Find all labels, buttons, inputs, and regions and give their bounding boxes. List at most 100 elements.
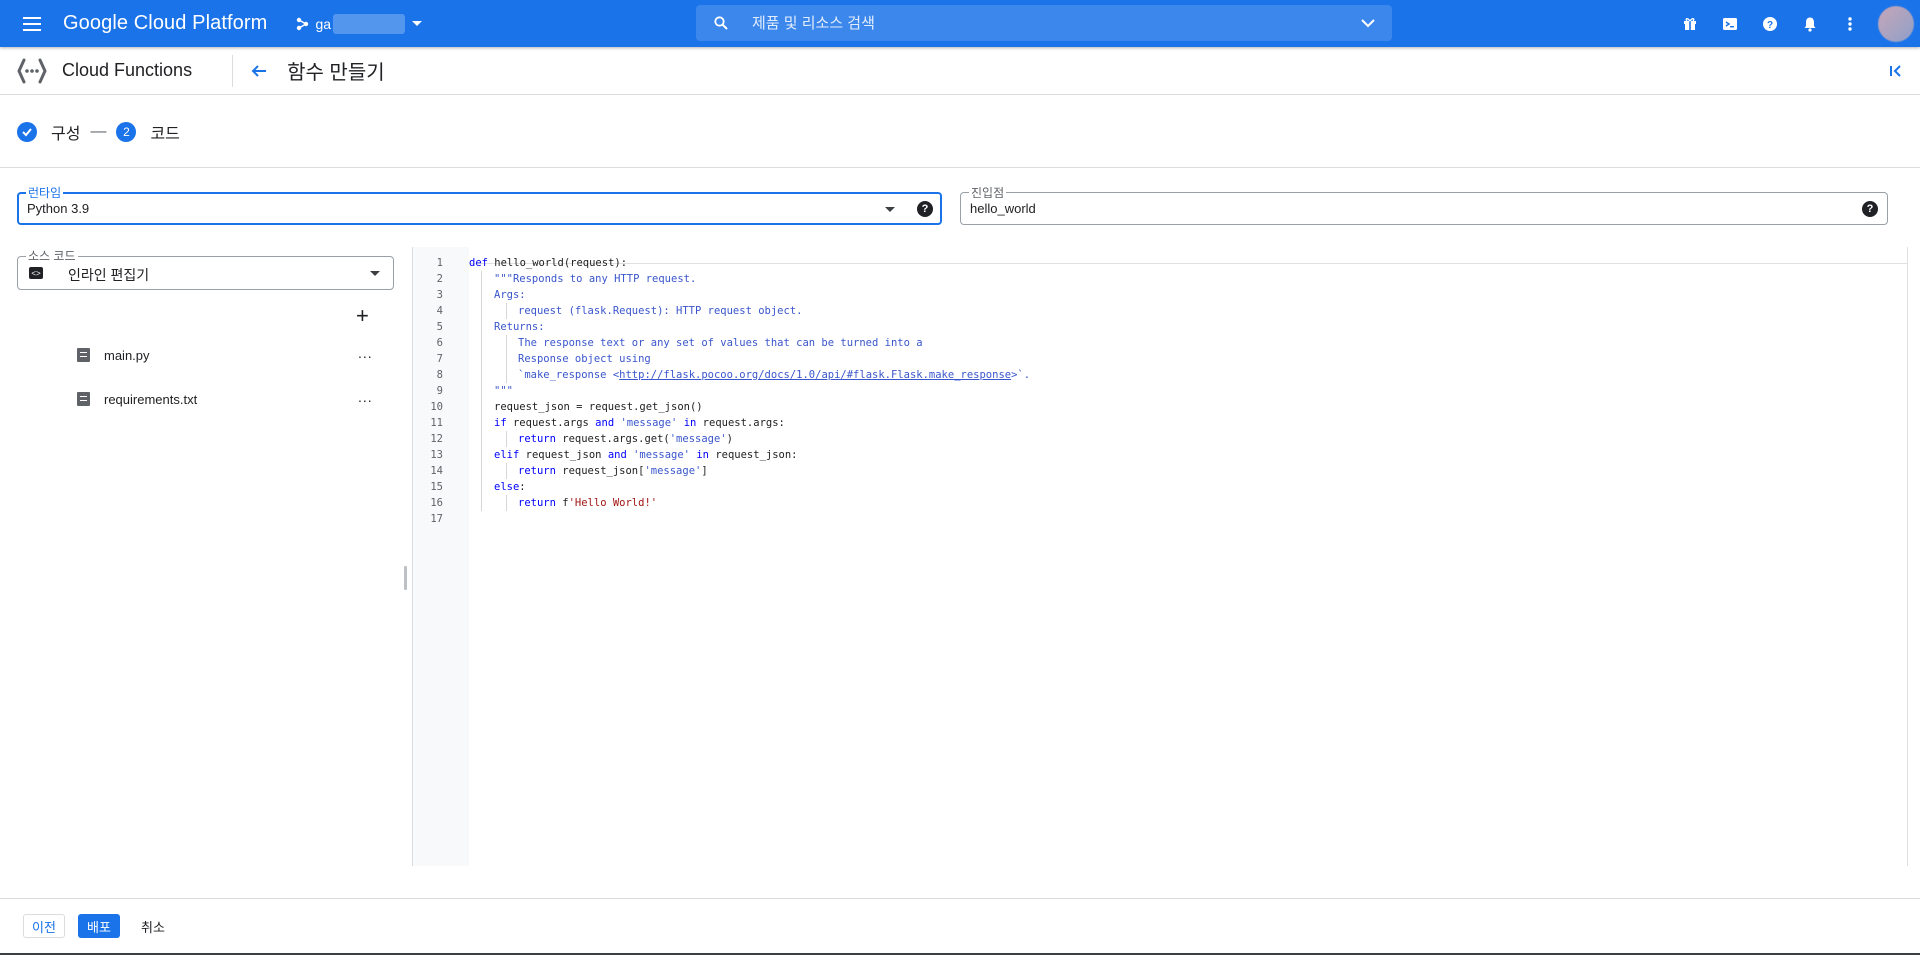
gift-icon[interactable] [1670, 4, 1710, 44]
entry-point-label: 진입점 [969, 184, 1007, 201]
editor-scrollbar[interactable] [1907, 247, 1908, 866]
code-token: and [595, 417, 615, 429]
code-line[interactable]: 8 `make_response <http://flask.pocoo.org/… [413, 367, 1903, 383]
code-token: in [696, 449, 709, 461]
runtime-help-icon[interactable]: ? [917, 201, 933, 217]
code-line[interactable]: 17 [413, 511, 1903, 527]
previous-button[interactable]: 이전 [23, 914, 65, 938]
code-line[interactable]: 12 return request.args.get('message') [413, 431, 1903, 447]
project-name-redacted [333, 13, 406, 34]
code-line[interactable]: 16 return f'Hello World!' [413, 495, 1903, 511]
code-line[interactable]: 6 The response text or any set of values … [413, 335, 1903, 351]
code-token: ] [701, 465, 708, 477]
code-token: 'message' [633, 449, 691, 461]
first-page-icon [1890, 65, 1901, 77]
brand-title[interactable]: Google Cloud Platform [63, 12, 267, 35]
code-token: `make_response < [518, 369, 620, 381]
step-connector: — [90, 123, 107, 140]
source-code-select[interactable]: 소스 코드 <> 인라인 편집기 [17, 247, 394, 290]
back-button[interactable] [241, 53, 277, 89]
code-line[interactable]: 1 def hello_world(request): [413, 255, 1903, 271]
code-token: request_json = request.get_json() [494, 401, 703, 413]
project-name: ga [315, 15, 332, 32]
code-line[interactable]: 5 Returns: [413, 319, 1903, 335]
header-divider [232, 54, 234, 87]
search-icon [714, 16, 728, 30]
runtime-dropdown-arrow-icon [885, 207, 895, 212]
more-vert-icon[interactable] [1830, 4, 1870, 44]
code-token: """Responds to any HTTP request. [494, 273, 697, 285]
code-line[interactable]: 11 if request.args and 'message' in reque… [413, 415, 1903, 431]
code-token: f [555, 497, 569, 509]
entry-point-help-icon[interactable]: ? [1862, 201, 1878, 217]
code-token: def [469, 257, 488, 269]
code-token: 'Hello World!' [568, 497, 658, 509]
runtime-label: 런타임 [26, 184, 64, 201]
search-bar[interactable] [696, 5, 1392, 41]
step-1-label[interactable]: 구성 [51, 120, 80, 144]
code-token: The response text or any set of values t… [518, 337, 923, 349]
line-number: 2 [436, 273, 443, 285]
code-line[interactable]: 13 elif request_json and 'message' in req… [413, 447, 1903, 463]
help-icon[interactable]: ? [1750, 4, 1790, 44]
code-editor[interactable]: 1 def hello_world(request): 2 """Responds … [412, 247, 1908, 866]
code-token: return [518, 465, 556, 477]
product-header: Cloud Functions 함수 만들기 [0, 47, 1920, 95]
top-app-bar: Google Cloud Platform ga ? [0, 0, 1920, 47]
docs-link[interactable]: http://flask.pocoo.org/docs/1.0/api/#fla… [619, 369, 1011, 381]
code-token: 'message' [669, 433, 727, 445]
cloud-shell-terminal-icon[interactable] [1710, 4, 1750, 44]
runtime-select[interactable]: 런타임 Python 3.9 ? [17, 184, 942, 225]
code-line[interactable]: 2 """Responds to any HTTP request. [413, 271, 1903, 287]
code-token: if [494, 417, 507, 429]
hamburger-menu-icon[interactable] [20, 12, 44, 36]
deploy-button[interactable]: 배포 [78, 914, 120, 938]
notifications-bell-icon[interactable] [1790, 4, 1830, 44]
code-editor-icon: <> [29, 267, 43, 279]
collapse-panel-button[interactable] [1884, 59, 1908, 83]
entry-point-value[interactable]: hello_world [970, 201, 1036, 216]
code-token: 'message' [620, 417, 678, 429]
code-line[interactable]: 14 return request_json['message'] [413, 463, 1903, 479]
panel-resize-handle[interactable] [404, 566, 407, 590]
arrow-back-icon [251, 64, 267, 77]
file-more-options-icon[interactable]: ... [358, 345, 373, 361]
code-token: request.args.get( [555, 433, 670, 445]
code-line[interactable]: 9 """ [413, 383, 1903, 399]
file-name: requirements.txt [104, 391, 198, 407]
cloud-functions-logo-icon [17, 58, 47, 83]
step-complete-check-icon[interactable] [17, 122, 37, 142]
code-line[interactable]: 15 else: [413, 479, 1903, 495]
line-number: 5 [436, 321, 443, 333]
project-selector[interactable]: ga [295, 13, 423, 34]
account-avatar[interactable] [1878, 5, 1914, 42]
code-token: hello_world(request): [487, 257, 628, 269]
line-number: 10 [430, 401, 443, 413]
project-tree-icon [297, 17, 309, 30]
code-token: """ [494, 385, 513, 397]
code-line[interactable]: 4 request (flask.Request): HTTP request o… [413, 303, 1903, 319]
code-line[interactable]: 3 Args: [413, 287, 1903, 303]
code-line[interactable]: 7 Response object using [413, 351, 1903, 367]
code-token: 'message' [644, 465, 702, 477]
svg-text:?: ? [1767, 20, 1773, 31]
code-token: : [519, 481, 526, 493]
add-file-button[interactable]: + [356, 305, 369, 327]
source-code-value: 인라인 편집기 [68, 267, 150, 283]
code-token: return [518, 433, 556, 445]
line-number: 1 [436, 257, 443, 269]
entry-point-field[interactable]: 진입점 hello_world ? [960, 184, 1888, 225]
file-item-main-py[interactable]: main.py ... [0, 335, 400, 375]
step-2-label: 코드 [150, 126, 180, 143]
code-token: Args: [494, 289, 526, 301]
line-number: 3 [436, 289, 443, 301]
cancel-button[interactable]: 취소 [138, 914, 168, 938]
search-expand-chevron-icon[interactable] [1360, 15, 1376, 31]
search-input[interactable] [752, 14, 1332, 32]
code-line[interactable]: 10 request_json = request.get_json() [413, 399, 1903, 415]
code-token: else [494, 481, 520, 493]
file-item-requirements-txt[interactable]: requirements.txt ... [0, 379, 400, 419]
line-number: 9 [436, 385, 443, 397]
source-dropdown-arrow-icon [370, 271, 380, 276]
file-more-options-icon[interactable]: ... [358, 389, 373, 405]
